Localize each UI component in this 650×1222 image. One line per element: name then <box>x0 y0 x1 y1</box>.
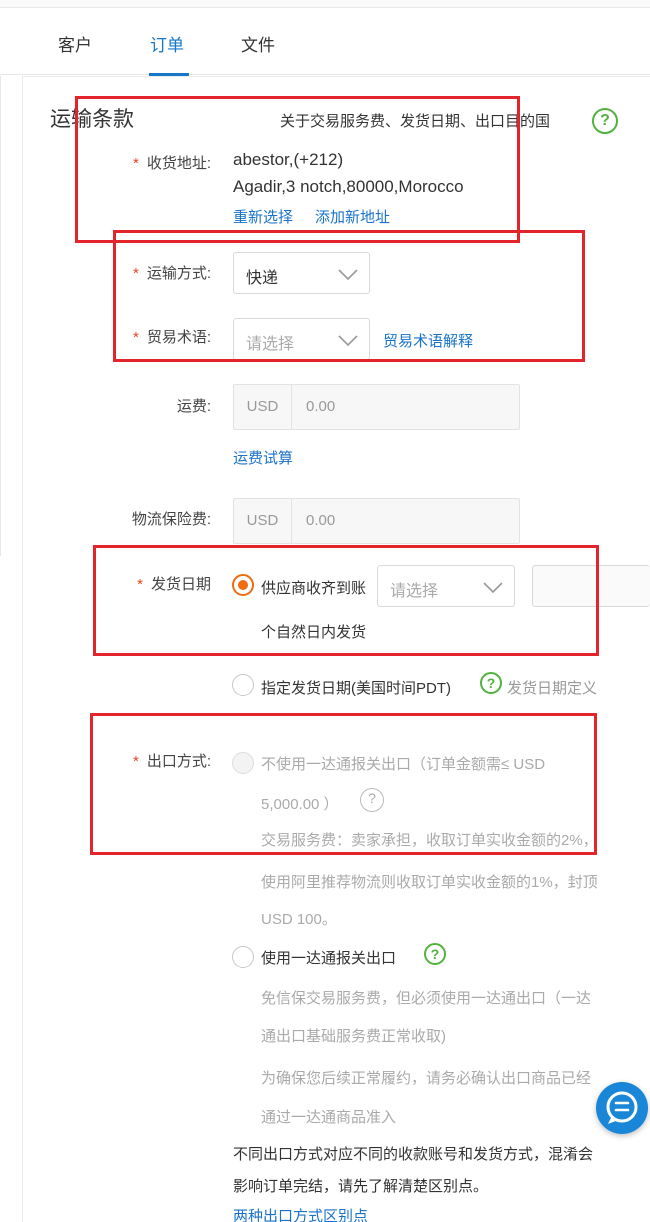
export-note-line2: 影响订单完结，请先了解清楚区别点。 <box>233 1178 489 1195</box>
export-option2-desc4: 通过一达通商品准入 <box>261 1109 397 1126</box>
chat-icon <box>606 1091 638 1124</box>
tab-order[interactable]: 订单 <box>150 31 184 56</box>
export-option2-radio[interactable] <box>232 946 254 968</box>
export-option2-text: 使用一达通报关出口 <box>261 950 397 967</box>
export-option1-desc3: USD 100。 <box>261 911 337 928</box>
ship-date-option2-radio[interactable] <box>232 674 254 696</box>
export-option2-desc3: 为确保您后续正常履约，请务必确认出口商品已经 <box>261 1070 592 1087</box>
help-icon[interactable]: ? <box>592 108 618 134</box>
insurance-input[interactable]: USD 0.00 <box>233 498 520 544</box>
highlight-box-export <box>90 713 597 855</box>
export-option2-desc1: 免信保交易服务费，但必须使用一达通出口（一达 <box>261 990 592 1007</box>
ship-date-definition-link[interactable]: 发货日期定义 <box>507 677 597 698</box>
insurance-amount: 0.00 <box>306 512 336 529</box>
highlight-box-shipping <box>113 230 585 362</box>
insurance-label: 物流保险费: <box>131 511 211 528</box>
freight-label: 运费: <box>176 398 211 415</box>
insurance-currency: USD <box>234 499 292 543</box>
export-option1-desc2: 使用阿里推荐物流则收取订单实收金额的1%，封顶 <box>261 874 598 891</box>
freight-currency: USD <box>234 385 292 429</box>
freight-amount: 0.00 <box>306 398 336 415</box>
highlight-box-address <box>75 96 520 243</box>
ship-date-option2-text: 指定发货日期(美国时间PDT) <box>261 680 451 697</box>
export-option2-desc2: 通出口基础服务费正常收取) <box>261 1028 446 1045</box>
divider <box>0 76 1 556</box>
tab-files[interactable]: 文件 <box>241 31 275 56</box>
chat-button[interactable] <box>596 1082 648 1134</box>
freight-calc-link[interactable]: 运费试算 <box>233 447 293 468</box>
export-difference-link[interactable]: 两种出口方式区别点 <box>233 1205 368 1222</box>
export-note-line1: 不同出口方式对应不同的收款账号和发货方式，混淆会 <box>233 1146 594 1163</box>
tab-bar: 客户 订单 文件 <box>0 9 650 76</box>
help-icon[interactable]: ? <box>480 672 502 694</box>
help-icon[interactable]: ? <box>424 943 446 965</box>
highlight-box-ship-date <box>93 545 599 656</box>
tab-customer[interactable]: 客户 <box>58 31 92 56</box>
top-bar <box>0 0 650 8</box>
freight-input[interactable]: USD 0.00 <box>233 384 520 430</box>
